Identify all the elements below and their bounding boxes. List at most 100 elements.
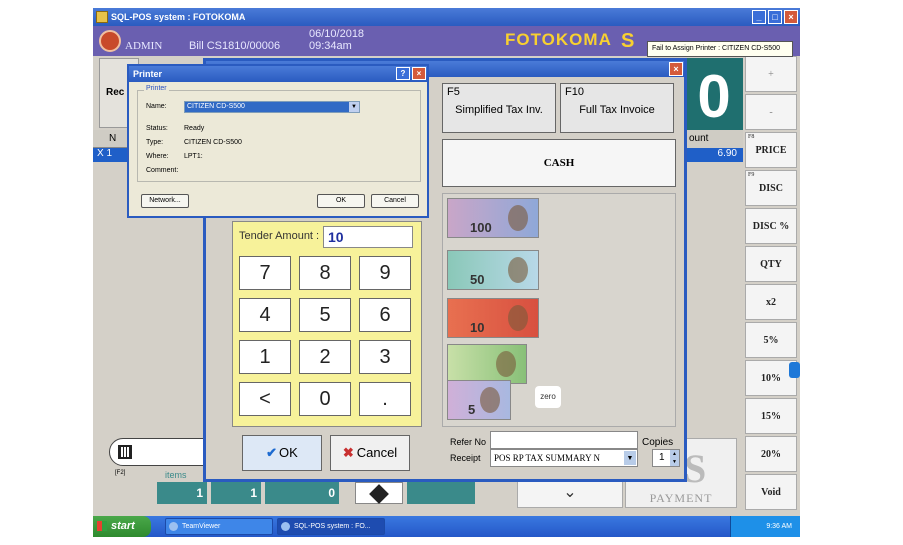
tender-amount-label: Tender Amount : [239,230,320,242]
plus-button[interactable]: + [745,56,797,92]
banknote-panel: 100 50 10 5 zero [442,193,676,427]
chevron-down-icon[interactable]: ▼ [624,451,636,465]
barcode-input[interactable] [109,438,205,466]
banknote-10[interactable]: 10 [447,298,539,338]
count-box: 0 [265,482,339,504]
status-label: Status: [146,125,168,132]
help-button[interactable]: ? [396,67,410,80]
payment-dialog-close-button[interactable]: × [669,62,683,76]
printer-cancel-button[interactable]: Cancel [371,194,419,208]
brand-tail: S [621,30,635,52]
maximize-button[interactable]: □ [768,10,782,24]
taskbar-item-sqlpos[interactable]: SQL-POS system : FO... [277,518,385,535]
portrait-icon [508,205,528,231]
copies-stepper[interactable]: 1 ▲ ▼ [652,449,680,467]
banknote-1[interactable] [447,344,527,384]
total-display: 0 [685,58,743,136]
key-backspace[interactable]: < [239,382,291,416]
f2-label: [F2] [115,470,126,476]
copies-label: Copies [642,437,674,448]
zero-button[interactable]: zero [535,386,561,408]
key-decimal[interactable]: . [359,382,411,416]
taskbar: start TeamViewer SQL-POS system : FO... … [93,516,800,537]
refno-label: Refer No [450,437,487,447]
where-value: LPT1: [184,153,203,160]
taskbar-item-teamviewer[interactable]: TeamViewer [165,518,273,535]
discount-15-button[interactable]: 15% [745,398,797,434]
disc-percent-button[interactable]: DISC % [745,208,797,244]
start-button[interactable]: start [93,516,151,537]
printer-dialog-close-button[interactable]: × [412,67,426,80]
tag-icon[interactable] [355,482,403,504]
x2-button[interactable]: x2 [745,284,797,320]
printer-group: Printer Name: CITIZEN CD-S500 ▼ Status: … [137,85,421,182]
discount-20-button[interactable]: 20% [745,436,797,472]
clock: 9:36 AM [766,523,792,530]
comment-label: Comment: [146,167,179,174]
receipt-label: Receipt [450,453,481,463]
key-4[interactable]: 4 [239,298,291,332]
key-9[interactable]: 9 [359,256,411,290]
chevron-down-icon[interactable]: ▼ [349,102,359,112]
printer-dialog-title: Printer [133,69,163,79]
close-button[interactable]: × [784,10,798,24]
key-8[interactable]: 8 [299,256,351,290]
date-time: 06/10/2018 09:34am [309,28,364,52]
key-1[interactable]: 1 [239,340,291,374]
type-value: CITIZEN CD-S500 [184,139,242,146]
simplified-tax-invoice-button[interactable]: F5 Simplified Tax Inv. [442,83,556,133]
payment-big-letter: S [684,446,708,491]
portrait-icon [480,387,500,413]
desktop-screen: SQL-POS system : FOTOKOMA _ □ × ADMIN Bi… [93,8,800,537]
printer-name-select[interactable]: CITIZEN CD-S500 ▼ [184,101,360,113]
system-tray: 9:36 AM [730,516,800,537]
banknote-5[interactable]: 5 [447,380,511,420]
qty-button[interactable]: QTY [745,246,797,282]
cash-button[interactable]: CASH [442,139,676,187]
count-box: 1 [157,482,207,504]
full-tax-invoice-button[interactable]: F10 Full Tax Invoice [560,83,674,133]
minimize-button[interactable]: _ [752,10,766,24]
key-6[interactable]: 6 [359,298,411,332]
cancel-button[interactable]: ✖ Cancel [330,435,410,471]
key-7[interactable]: 7 [239,256,291,290]
banknote-100[interactable]: 100 [447,198,539,238]
amount-header: ount [683,130,743,148]
banknote-50[interactable]: 50 [447,250,539,290]
printer-ok-button[interactable]: OK [317,194,365,208]
date: 06/10/2018 [309,28,365,40]
printer-group-legend: Printer [144,85,169,92]
key-5[interactable]: 5 [299,298,351,332]
discount-5-button[interactable]: 5% [745,322,797,358]
void-button[interactable]: Void [745,474,797,510]
receipt-select[interactable]: POS RP TAX SUMMARY N ▼ [490,449,638,467]
portrait-icon [508,257,528,283]
type-label: Type: [146,139,164,146]
name-label: Name: [146,103,167,110]
minus-button[interactable]: - [745,94,797,130]
tender-amount-input[interactable]: 10 [323,226,413,248]
network-button[interactable]: Network... [141,194,189,208]
ok-button[interactable]: ✔ OK [242,435,322,471]
teamviewer-side-icon[interactable] [789,362,800,378]
chevron-down-button[interactable]: ⌄ [517,478,623,508]
price-button[interactable]: F8 PRICE [745,132,797,168]
app-icon [281,522,290,531]
function-button-column: + - F8 PRICE F9 DISC DISC % QTY x2 5% 10% … [745,56,797,512]
spinner-icon[interactable]: ▲ ▼ [670,450,679,466]
refno-input[interactable] [490,431,638,449]
app-titlebar: SQL-POS system : FOTOKOMA _ □ × [93,8,800,26]
disc-button[interactable]: F9 DISC [745,170,797,206]
key-3[interactable]: 3 [359,340,411,374]
check-icon: ✔ [266,445,278,460]
where-label: Where: [146,153,169,160]
key-0[interactable]: 0 [299,382,351,416]
teamviewer-icon [169,522,178,531]
user-name: ADMIN [125,40,163,52]
payment-label: PAYMENT [649,491,713,505]
user-icon [99,30,121,52]
key-2[interactable]: 2 [299,340,351,374]
count-box-empty [407,482,475,504]
barcode-icon [118,445,132,459]
time: 09:34am [309,40,352,52]
